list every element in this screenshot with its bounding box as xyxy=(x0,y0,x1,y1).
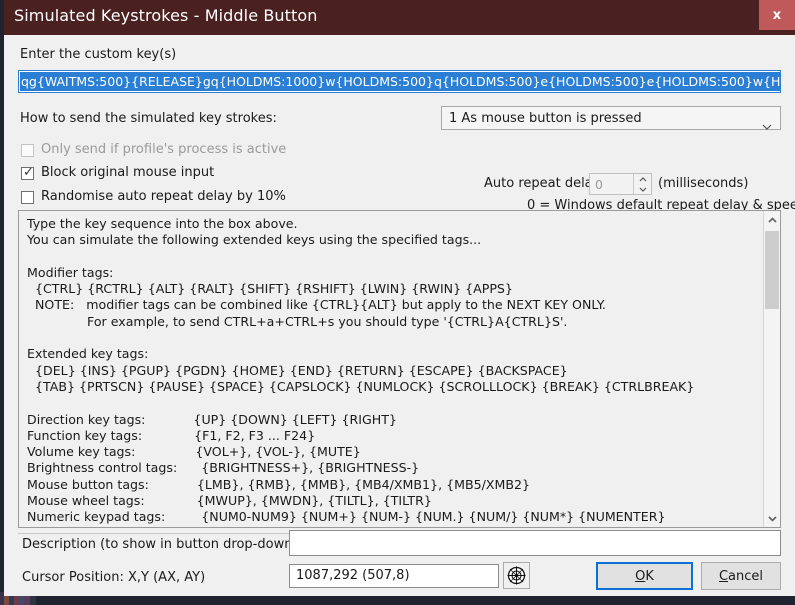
cursor-position-label: Cursor Position: X,Y (AX, AY) xyxy=(22,570,206,585)
scroll-down-icon[interactable] xyxy=(764,510,780,527)
ok-button-label: K xyxy=(645,568,654,584)
window-title: Simulated Keystrokes - Middle Button xyxy=(14,6,318,25)
stepper-buttons xyxy=(633,174,651,194)
custom-keys-value: qg{WAITMS:500}{RELEASE}gq{HOLDMS:1000}w{… xyxy=(20,72,780,91)
description-label: Description (to show in button drop-down… xyxy=(22,537,298,552)
send-mode-select[interactable]: 1 As mouse button is pressed xyxy=(441,106,781,130)
auto-repeat-delay-stepper[interactable]: 0 xyxy=(589,173,652,195)
ok-button-accel: O xyxy=(635,568,646,584)
checkbox-randomise-auto-repeat[interactable] xyxy=(21,191,34,204)
checkmark-icon: ✓ xyxy=(23,165,34,180)
crosshair-picker-icon[interactable] xyxy=(503,562,530,589)
stepper-up-icon[interactable] xyxy=(634,174,651,184)
ok-button[interactable]: OK xyxy=(596,562,693,590)
title-bar[interactable]: Simulated Keystrokes - Middle Button x xyxy=(4,0,795,32)
help-text-content: Type the key sequence into the box above… xyxy=(27,216,695,525)
auto-repeat-units-label: (milliseconds) xyxy=(658,176,749,191)
auto-repeat-delay-value: 0 xyxy=(595,177,603,192)
simulated-keystrokes-dialog: Simulated Keystrokes - Middle Button x E… xyxy=(4,0,795,596)
auto-repeat-delay-label: Auto repeat delay xyxy=(484,176,601,191)
checkbox-only-send-if-active[interactable] xyxy=(21,144,34,157)
send-mode-label: How to send the simulated key strokes: xyxy=(20,111,277,126)
help-text-panel[interactable]: Type the key sequence into the box above… xyxy=(18,210,781,528)
send-mode-value: 1 As mouse button is pressed xyxy=(449,111,642,126)
checkbox-block-original-mouse-input[interactable]: ✓ xyxy=(21,165,34,180)
chevron-down-icon xyxy=(762,115,772,130)
checkbox-randomise-auto-repeat-label: Randomise auto repeat delay by 10% xyxy=(41,189,286,204)
stepper-down-icon[interactable] xyxy=(634,184,651,194)
cursor-position-value[interactable]: 1087,292 (507,8) xyxy=(289,564,499,588)
checkbox-block-original-mouse-input-label: Block original mouse input xyxy=(41,165,215,180)
cancel-button[interactable]: Cancel xyxy=(701,562,781,590)
key-input-label: Enter the custom key(s) xyxy=(20,47,177,62)
scroll-up-icon[interactable] xyxy=(764,211,780,228)
cancel-button-accel: C xyxy=(718,568,729,584)
cancel-button-label: ancel xyxy=(728,568,764,584)
close-icon[interactable]: x xyxy=(759,0,795,30)
custom-keys-input[interactable]: qg{WAITMS:500}{RELEASE}gq{HOLDMS:1000}w{… xyxy=(18,70,781,93)
description-input[interactable] xyxy=(289,530,781,556)
checkbox-only-send-if-active-label: Only send if profile's process is active xyxy=(41,142,287,157)
dialog-body: Enter the custom key(s) qg{WAITMS:500}{R… xyxy=(4,35,795,596)
scrollbar-thumb[interactable] xyxy=(765,231,779,309)
help-scrollbar[interactable] xyxy=(763,211,780,527)
